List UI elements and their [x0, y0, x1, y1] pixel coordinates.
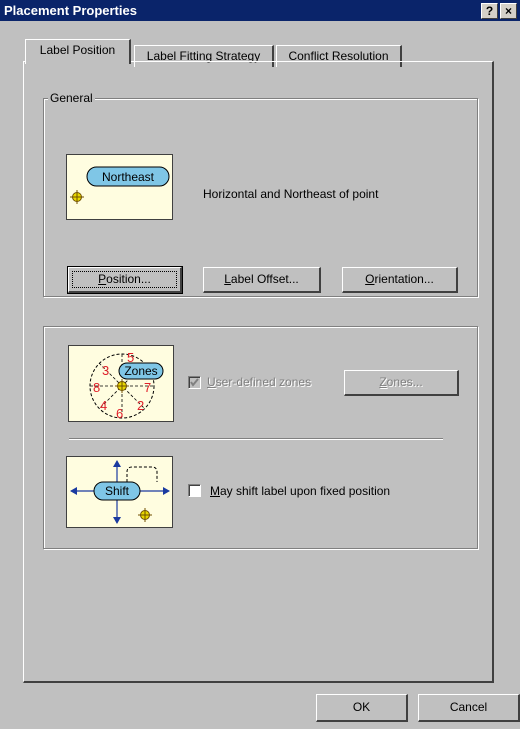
user-defined-mnemonic: U: [207, 375, 216, 389]
tab-panel: General Northeast Horizontal and Northea…: [23, 61, 494, 683]
northeast-bubble-text: Northeast: [102, 170, 155, 184]
label-offset-button-label: abel Offset...: [230, 272, 299, 286]
zone-number: 4: [100, 398, 107, 413]
label-offset-mnemonic: L: [224, 272, 231, 286]
shift-preview-graphic: Shift: [70, 460, 170, 524]
zones-button-label: ones...: [386, 375, 423, 389]
shift-preview: Shift: [66, 456, 173, 528]
help-button[interactable]: ?: [481, 3, 498, 19]
northeast-preview-graphic: Northeast: [70, 166, 170, 204]
separator: [69, 438, 443, 440]
focus-rect: [72, 271, 177, 288]
cancel-button[interactable]: Cancel: [418, 694, 520, 722]
title-bar[interactable]: Placement Properties ? ×: [0, 0, 520, 21]
label-offset-button[interactable]: Label Offset...: [203, 267, 321, 293]
shift-label-rest: ay shift label upon fixed position: [220, 484, 391, 498]
shift-label-text: May shift label upon fixed position: [210, 484, 390, 498]
general-group-legend: General: [48, 91, 95, 105]
shift-mnemonic: M: [210, 484, 220, 498]
zones-preview: 5 3 8 7 4 6 2 Zones: [68, 345, 174, 422]
close-button[interactable]: ×: [500, 3, 517, 19]
zone-number: 3: [102, 363, 109, 378]
zone-number: 7: [144, 380, 151, 395]
zone-number: 2: [137, 398, 144, 413]
tab-label-position[interactable]: Label Position: [25, 39, 131, 64]
zones-button[interactable]: Zones...: [344, 370, 459, 396]
user-defined-zones-label: User-defined zones: [207, 375, 311, 389]
zones-bubble-text: Zones: [124, 364, 157, 378]
user-defined-label-text: ser-defined zones: [215, 375, 312, 389]
zone-number: 6: [116, 406, 123, 421]
zones-mnemonic: Z: [379, 375, 387, 389]
checkmark-icon: [190, 378, 199, 387]
shift-label-checkbox[interactable]: [188, 484, 201, 497]
orientation-button[interactable]: Orientation...: [342, 267, 458, 293]
zone-number: 8: [93, 380, 100, 395]
placement-description: Horizontal and Northeast of point: [203, 187, 379, 201]
position-button[interactable]: Position...: [67, 266, 183, 294]
user-defined-zones-checkbox[interactable]: [188, 376, 201, 389]
zones-preview-graphic: 5 3 8 7 4 6 2 Zones: [89, 350, 164, 421]
shift-bubble-text: Shift: [105, 484, 130, 498]
tab-label: Label Position: [39, 43, 116, 57]
ok-button[interactable]: OK: [316, 694, 408, 722]
window-title: Placement Properties: [4, 3, 137, 18]
dialog-window: Placement Properties ? × Label Position …: [0, 0, 520, 729]
orientation-button-label: rientation...: [374, 272, 434, 286]
northeast-preview: Northeast: [66, 154, 173, 220]
